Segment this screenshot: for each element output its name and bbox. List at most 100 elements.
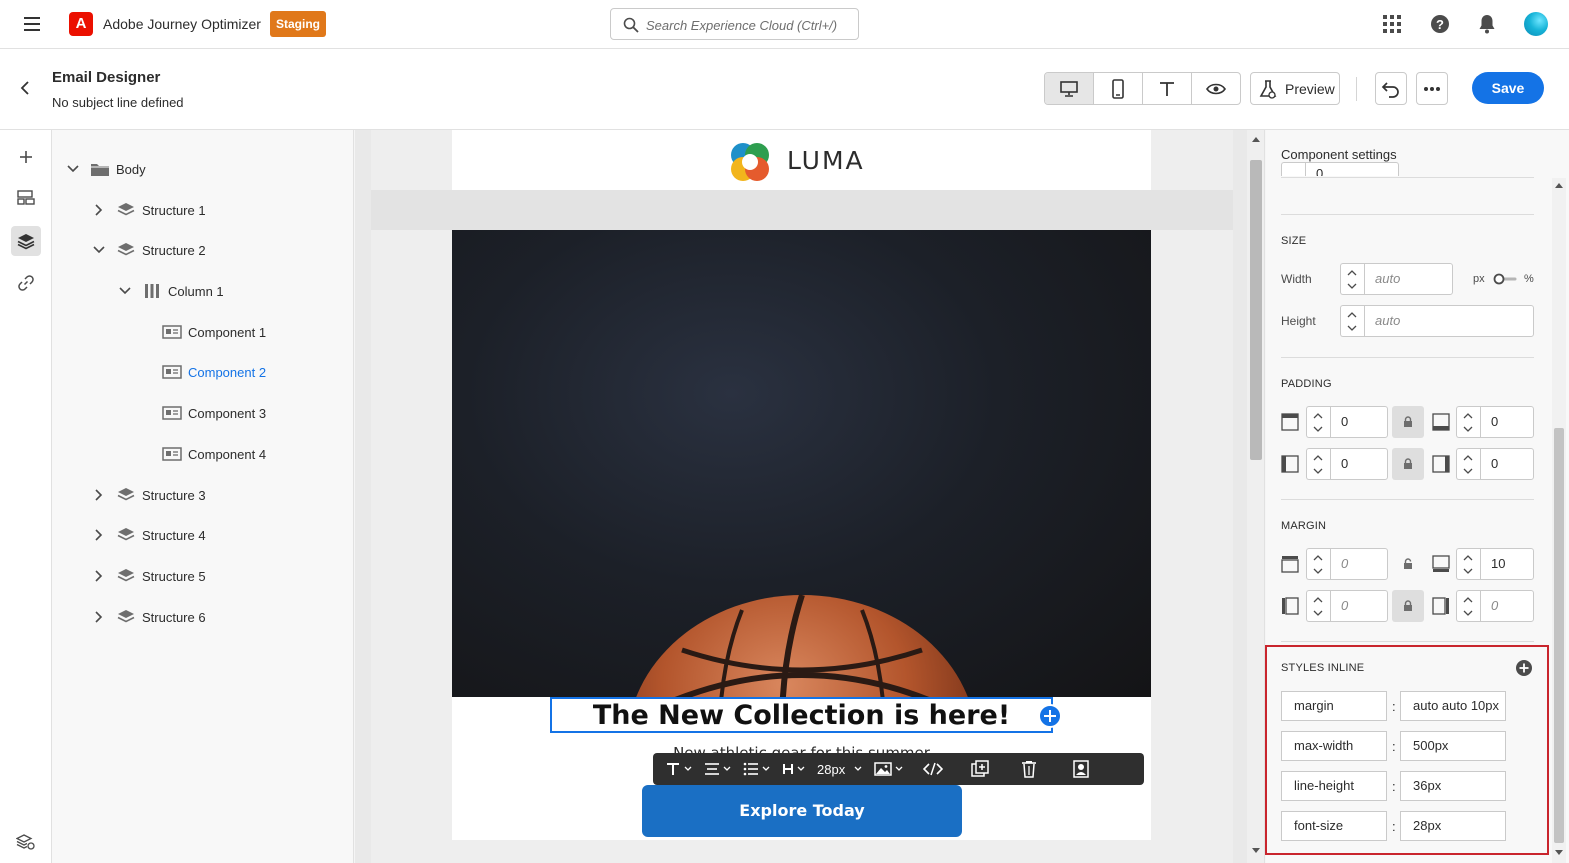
- hero-image[interactable]: [452, 230, 1151, 697]
- search-bar[interactable]: [610, 8, 859, 40]
- tree-item-body[interactable]: Body: [66, 157, 146, 181]
- chevron-right-icon[interactable]: [92, 488, 106, 502]
- tree-item-structure-5[interactable]: Structure 5: [92, 564, 206, 588]
- tree-item-component-1[interactable]: Component 1: [162, 320, 266, 344]
- tree-item-structure-1[interactable]: Structure 1: [92, 198, 206, 222]
- margin-lock-button[interactable]: [1392, 548, 1424, 580]
- alignment-dropdown[interactable]: [698, 753, 737, 785]
- save-button[interactable]: Save: [1472, 72, 1544, 104]
- padding-right-input[interactable]: 0: [1480, 448, 1534, 480]
- style-value-input[interactable]: 28px: [1400, 811, 1506, 841]
- padding-top-stepper[interactable]: [1306, 406, 1330, 438]
- style-value-input[interactable]: 36px: [1400, 771, 1506, 801]
- style-property-input[interactable]: line-height: [1281, 771, 1387, 801]
- tree-item-structure-2[interactable]: Structure 2: [92, 238, 206, 262]
- user-avatar[interactable]: [1524, 12, 1548, 36]
- tree-item-component-2[interactable]: Component 2: [162, 360, 266, 384]
- duplicate-button[interactable]: [965, 753, 995, 785]
- height-stepper[interactable]: [1340, 305, 1364, 337]
- width-input[interactable]: auto: [1364, 263, 1453, 295]
- padding-lock-button[interactable]: [1392, 448, 1424, 480]
- chevron-down-icon[interactable]: [66, 162, 80, 176]
- tree-item-component-4[interactable]: Component 4: [162, 442, 266, 466]
- margin-right-input[interactable]: 0: [1480, 590, 1534, 622]
- margin-left-stepper[interactable]: [1306, 590, 1330, 622]
- font-size-dropdown[interactable]: 28px: [811, 753, 868, 785]
- email-header-block[interactable]: LUMA: [452, 130, 1151, 190]
- margin-bottom-stepper[interactable]: [1456, 548, 1480, 580]
- scroll-up-icon[interactable]: [1555, 182, 1563, 188]
- margin-top-input[interactable]: 0: [1330, 548, 1388, 580]
- scroll-up-icon[interactable]: [1252, 136, 1260, 142]
- code-button[interactable]: [917, 753, 949, 785]
- cta-button[interactable]: Explore Today: [642, 785, 962, 837]
- margin-lock-button[interactable]: [1392, 590, 1424, 622]
- preview-eye-button[interactable]: [1192, 73, 1240, 104]
- mobile-view-button[interactable]: [1094, 73, 1143, 104]
- settings-scrollbar[interactable]: [1552, 178, 1566, 863]
- adobe-logo[interactable]: A: [69, 12, 93, 36]
- height-input[interactable]: auto: [1364, 305, 1534, 337]
- app-name[interactable]: Adobe Journey Optimizer: [103, 16, 261, 32]
- scroll-down-icon[interactable]: [1555, 850, 1563, 856]
- margin-bottom-input[interactable]: 10: [1480, 548, 1534, 580]
- padding-left-input[interactable]: 0: [1330, 448, 1388, 480]
- add-style-icon[interactable]: [1515, 659, 1533, 677]
- tree-item-column-1[interactable]: Column 1: [118, 279, 224, 303]
- padding-bottom-input[interactable]: 0: [1480, 406, 1534, 438]
- padding-top-input[interactable]: 0: [1330, 406, 1388, 438]
- assets-button[interactable]: [11, 183, 41, 213]
- email-content-block[interactable]: The New Collection is here! New athletic…: [452, 230, 1151, 840]
- tree-item-structure-6[interactable]: Structure 6: [92, 605, 206, 629]
- delete-button[interactable]: [1015, 753, 1043, 785]
- padding-right-stepper[interactable]: [1456, 448, 1480, 480]
- personalization-button[interactable]: [1067, 753, 1095, 785]
- chevron-right-icon[interactable]: [92, 528, 106, 542]
- links-button[interactable]: [11, 268, 41, 298]
- list-dropdown[interactable]: [737, 753, 776, 785]
- notifications-bell-icon[interactable]: [1475, 12, 1499, 36]
- apps-grid-icon[interactable]: [1380, 12, 1404, 36]
- tree-item-component-3[interactable]: Component 3: [162, 401, 266, 425]
- search-input[interactable]: [646, 15, 851, 35]
- margin-top-stepper[interactable]: [1306, 548, 1330, 580]
- margin-left-input[interactable]: 0: [1330, 590, 1388, 622]
- move-handle-icon[interactable]: [1038, 704, 1062, 728]
- chevron-right-icon[interactable]: [92, 610, 106, 624]
- canvas-scrollbar[interactable]: [1247, 130, 1265, 863]
- style-property-input[interactable]: font-size: [1281, 811, 1387, 841]
- margin-right-stepper[interactable]: [1456, 590, 1480, 622]
- padding-lock-button[interactable]: [1392, 406, 1424, 438]
- more-options-button[interactable]: [1416, 72, 1448, 105]
- undo-button[interactable]: [1375, 72, 1407, 105]
- menu-icon[interactable]: [24, 17, 40, 31]
- chevron-right-icon[interactable]: [92, 203, 106, 217]
- canvas-scroll-thumb[interactable]: [1250, 160, 1262, 460]
- image-dropdown[interactable]: [868, 753, 909, 785]
- chevron-right-icon[interactable]: [92, 569, 106, 583]
- padding-bottom-stepper[interactable]: [1456, 406, 1480, 438]
- style-value-input[interactable]: 500px: [1400, 731, 1506, 761]
- headline-text[interactable]: The New Collection is here!: [593, 700, 1010, 731]
- unit-toggle-switch[interactable]: [1493, 273, 1517, 285]
- preview-button[interactable]: Preview: [1250, 72, 1340, 105]
- layers-settings-button[interactable]: [11, 827, 41, 857]
- chevron-down-icon[interactable]: [92, 243, 106, 257]
- width-stepper[interactable]: [1340, 263, 1364, 295]
- layers-button[interactable]: [11, 226, 41, 256]
- style-property-input[interactable]: max-width: [1281, 731, 1387, 761]
- text-view-button[interactable]: [1143, 73, 1192, 104]
- padding-left-stepper[interactable]: [1306, 448, 1330, 480]
- desktop-view-button[interactable]: [1045, 73, 1094, 104]
- help-icon[interactable]: ?: [1428, 12, 1452, 36]
- headline-text-block[interactable]: The New Collection is here!: [550, 697, 1053, 733]
- tree-item-structure-3[interactable]: Structure 3: [92, 483, 206, 507]
- email-canvas[interactable]: LUMA The New Collection is here! Explore…: [355, 130, 1247, 863]
- tree-item-structure-4[interactable]: Structure 4: [92, 523, 206, 547]
- scroll-down-icon[interactable]: [1252, 848, 1260, 854]
- style-value-input[interactable]: auto auto 10px: [1400, 691, 1506, 721]
- style-property-input[interactable]: margin: [1281, 691, 1387, 721]
- heading-dropdown[interactable]: [776, 753, 811, 785]
- chevron-down-icon[interactable]: [118, 284, 132, 298]
- add-component-button[interactable]: [11, 142, 41, 172]
